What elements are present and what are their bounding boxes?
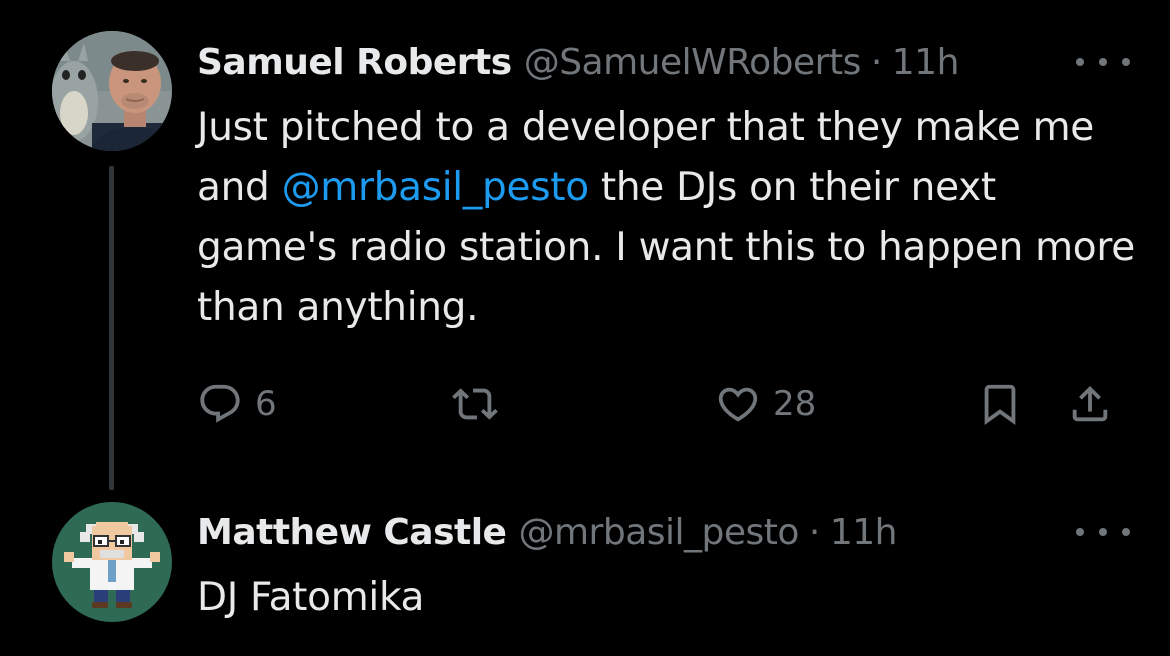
more-options-icon[interactable] — [1076, 52, 1130, 72]
tweet[interactable]: Matthew Castle @mrbasil_pesto · 11h DJ F… — [0, 490, 1170, 656]
author-handle[interactable]: @mrbasil_pesto — [518, 512, 799, 553]
tweet-header: Matthew Castle @mrbasil_pesto · 11h — [197, 502, 1130, 562]
avatar-photo — [52, 31, 172, 151]
reply-icon — [200, 384, 240, 423]
share-icon — [1072, 385, 1108, 422]
reply-count: 6 — [255, 384, 277, 424]
avatar[interactable] — [52, 502, 172, 622]
avatar[interactable] — [52, 31, 172, 151]
separator-dot: · — [808, 511, 820, 553]
timestamp[interactable]: 11h — [830, 512, 898, 553]
avatar-pixel-scientist — [52, 502, 172, 622]
author-name[interactable]: Samuel Roberts — [197, 42, 512, 83]
timestamp[interactable]: 11h — [892, 42, 960, 83]
more-options-icon[interactable] — [1076, 522, 1130, 542]
retweet-button[interactable] — [452, 372, 510, 436]
reply-button[interactable]: 6 — [197, 372, 277, 436]
bookmark-button[interactable] — [977, 372, 1023, 436]
tweet-text: Just pitched to a developer that they ma… — [197, 98, 1137, 338]
author-handle[interactable]: @SamuelWRoberts — [524, 42, 861, 83]
mention-link[interactable]: @mrbasil_pesto — [282, 165, 590, 210]
action-bar: 6 28 — [197, 372, 1117, 436]
like-button[interactable]: 28 — [715, 372, 816, 436]
heart-icon — [718, 387, 758, 422]
share-button[interactable] — [1067, 372, 1113, 436]
retweet-icon — [452, 388, 498, 420]
like-count: 28 — [773, 384, 817, 424]
bookmark-icon — [984, 384, 1016, 425]
tweet[interactable]: Samuel Roberts @SamuelWRoberts · 11h Jus… — [0, 0, 1170, 490]
separator-dot: · — [870, 41, 882, 83]
author-name[interactable]: Matthew Castle — [197, 512, 507, 553]
tweet-header: Samuel Roberts @SamuelWRoberts · 11h — [197, 32, 1130, 92]
thread-line — [109, 166, 114, 490]
tweet-text: DJ Fatomika — [197, 575, 425, 620]
